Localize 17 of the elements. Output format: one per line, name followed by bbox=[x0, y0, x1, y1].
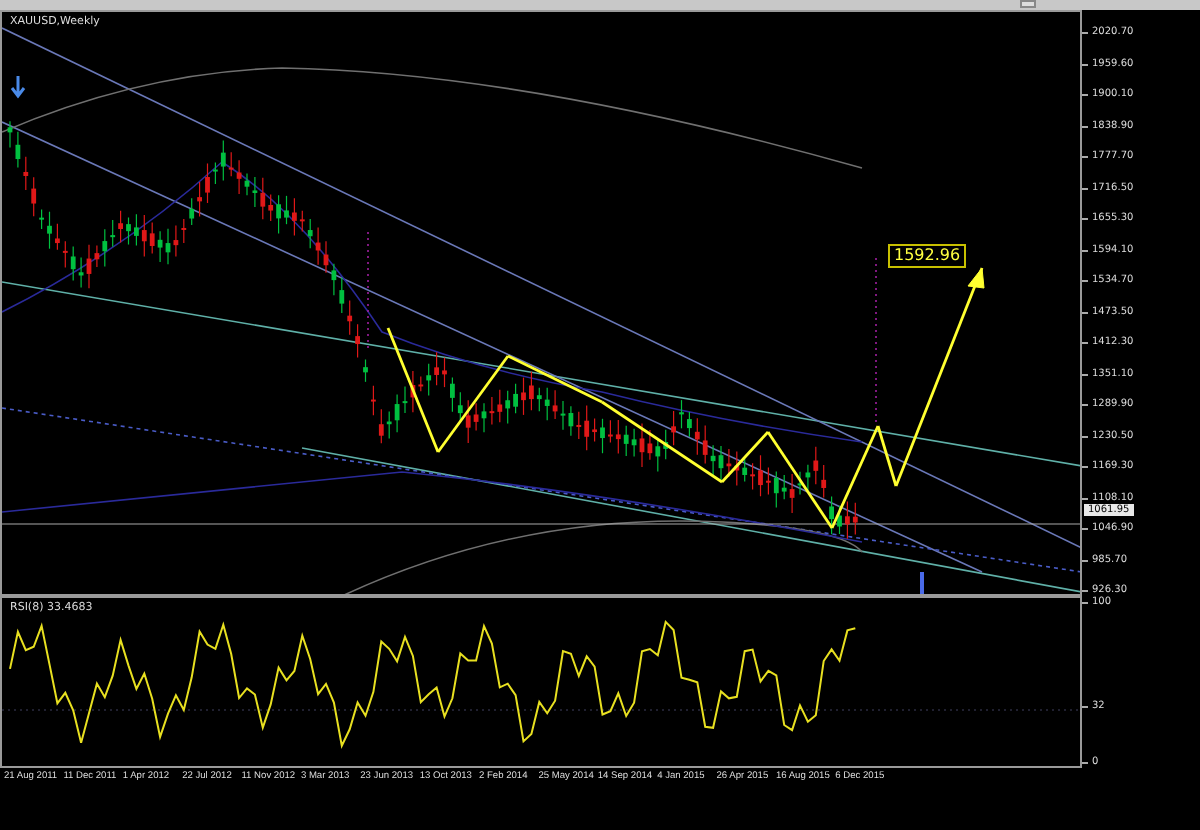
marker-bar bbox=[920, 572, 924, 594]
candlestick bbox=[442, 356, 447, 388]
candlestick bbox=[758, 454, 763, 497]
candlestick bbox=[521, 376, 526, 416]
candlestick bbox=[837, 505, 842, 535]
dotted-vertical-line bbox=[367, 231, 369, 353]
drawn-trend-line bbox=[386, 327, 440, 453]
window-control-icon[interactable] bbox=[1020, 0, 1036, 8]
candlestick bbox=[600, 418, 605, 454]
arrow-icon bbox=[10, 74, 26, 99]
candlestick bbox=[363, 358, 368, 383]
price-label: 1592.96 bbox=[888, 244, 967, 268]
candlestick bbox=[205, 162, 210, 204]
candlestick bbox=[284, 195, 289, 225]
candlestick bbox=[126, 216, 131, 246]
candlestick bbox=[679, 399, 684, 429]
candlestick bbox=[47, 211, 52, 250]
